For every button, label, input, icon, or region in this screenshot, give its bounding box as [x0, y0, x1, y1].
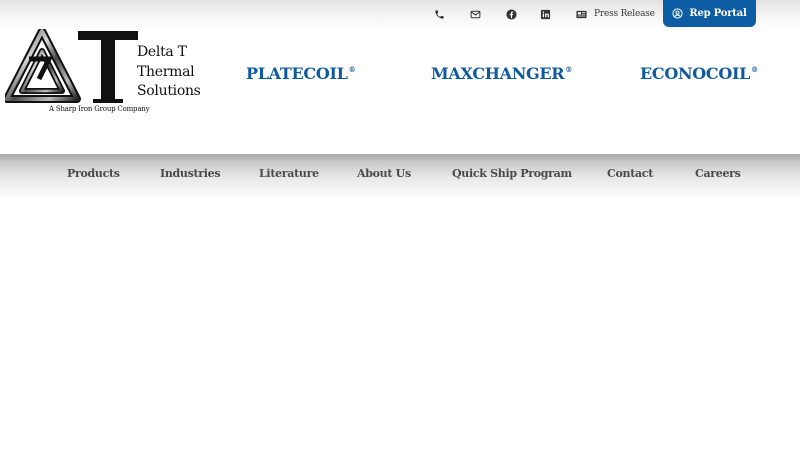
- press-release-link[interactable]: Press Release: [576, 7, 655, 21]
- registered-mark: ®: [751, 65, 758, 74]
- press-release-label: Press Release: [594, 9, 655, 19]
- delta-t-logo-mark: [5, 29, 138, 103]
- nav-item-contact[interactable]: Contact: [607, 167, 653, 180]
- brand-label: ECONOCOIL: [640, 64, 751, 83]
- nav-item-about-us[interactable]: About Us: [357, 167, 411, 180]
- brand-label: MAXCHANGER: [431, 64, 565, 83]
- company-logo[interactable]: Delta T Thermal Solutions A Sharp Iron G…: [5, 29, 201, 117]
- envelope-icon[interactable]: [469, 8, 481, 20]
- logo-name-line-2: Thermal: [137, 64, 195, 80]
- brand-label: PLATECOIL: [246, 64, 348, 83]
- newspaper-icon: [576, 10, 587, 18]
- nav-item-quick-ship-program[interactable]: Quick Ship Program: [452, 167, 572, 180]
- logo-tagline: A Sharp Iron Group Company: [49, 105, 150, 113]
- linkedin-icon[interactable]: [539, 8, 551, 20]
- logo-name-line-1: Delta T: [137, 44, 187, 60]
- facebook-icon[interactable]: [505, 8, 517, 20]
- registered-mark: ®: [565, 65, 573, 74]
- nav-item-products[interactable]: Products: [67, 167, 120, 180]
- nav-item-literature[interactable]: Literature: [259, 167, 319, 180]
- brand-link-maxchanger[interactable]: MAXCHANGER®: [431, 64, 572, 83]
- phone-icon[interactable]: [433, 8, 445, 20]
- rep-portal-button[interactable]: Rep Portal: [663, 0, 756, 27]
- brand-link-econocoil[interactable]: ECONOCOIL®: [640, 64, 758, 83]
- nav-item-industries[interactable]: Industries: [160, 167, 221, 180]
- brand-link-platecoil[interactable]: PLATECOIL®: [246, 64, 356, 83]
- nav-item-careers[interactable]: Careers: [695, 167, 741, 180]
- rep-portal-label: Rep Portal: [689, 8, 747, 19]
- logo-name-line-3: Solutions: [137, 83, 201, 99]
- user-circle-icon: [672, 8, 683, 19]
- registered-mark: ®: [348, 65, 356, 74]
